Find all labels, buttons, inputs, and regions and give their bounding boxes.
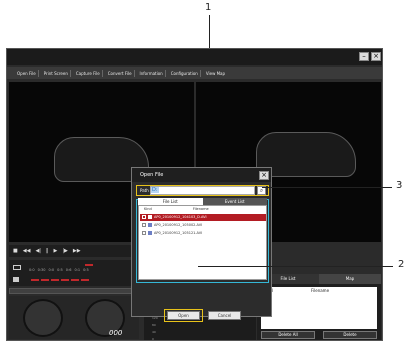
minimize-button[interactable]: – — [359, 52, 369, 61]
file-row[interactable]: AP0_20100912_105121.AVI — [140, 230, 266, 237]
file-row[interactable]: AP0_20100912_105002.AVI — [140, 222, 266, 229]
file-row[interactable]: AP0_20100912_104103_D.AVI — [140, 214, 266, 221]
file-checkbox[interactable] — [142, 215, 146, 219]
play-icon[interactable]: ▶ — [53, 248, 57, 254]
delete-button[interactable]: Delete — [323, 331, 377, 339]
tab-event-list[interactable]: Event List — [202, 198, 267, 205]
callout-1-label: 1 — [205, 2, 212, 13]
time-label: 0:0 — [48, 268, 55, 272]
event-marker — [51, 279, 59, 281]
list-header: Kind Filename — [140, 206, 266, 213]
speed-axis-label: 80 — [152, 323, 156, 327]
speaker-icon — [13, 277, 19, 282]
file-name: AP0_20100912_104103_D.AVI — [154, 215, 207, 219]
event-marker — [61, 279, 69, 281]
fast-forward-icon[interactable]: ▶▶ — [73, 248, 81, 254]
column-kind: Kind — [144, 207, 152, 211]
column-filename: Filename — [192, 207, 209, 211]
step-forward-icon[interactable]: |▶ — [62, 248, 68, 254]
stop-icon[interactable]: ■ — [13, 248, 18, 254]
delete-all-button[interactable]: Delete All — [261, 331, 315, 339]
event-timeline[interactable]: 0:0 0:30 0:0 0:5 0:6 0:1 0:5 — [9, 260, 139, 286]
path-input[interactable]: D: — [150, 186, 255, 195]
callout-2-line — [198, 266, 393, 267]
file-type-icon — [148, 215, 152, 219]
callout-2-label: 2 — [398, 259, 405, 270]
event-marker — [31, 279, 39, 281]
dialog-tabs: File List Event List — [138, 198, 267, 205]
menu-bar: Open File Print Screen Capture File Conv… — [7, 67, 382, 79]
open-file-dialog: Open File × Path D: ⌕ File List Event Li… — [131, 167, 272, 322]
file-checkbox[interactable] — [142, 231, 146, 235]
file-name: AP0_20100912_105002.AVI — [154, 223, 203, 227]
menu-configuration[interactable]: Configuration — [169, 69, 201, 77]
right-tab-bar: File List Map — [257, 274, 381, 284]
speed-axis-label: 0 — [152, 337, 154, 341]
file-list-area[interactable]: Kind Filename — [261, 287, 377, 329]
speed-readout: 000 — [109, 329, 123, 337]
column-filename: Filename — [311, 288, 330, 293]
menu-information[interactable]: Information — [138, 69, 166, 77]
time-label: 0:5 — [57, 268, 63, 272]
pause-icon[interactable]: ‖ — [46, 248, 49, 254]
tab-file-list[interactable]: File List — [138, 198, 203, 205]
file-name: AP0_20100912_105121.AVI — [154, 231, 203, 235]
menu-capture-file[interactable]: Capture File — [74, 69, 103, 77]
g-sensor-gauge — [23, 299, 63, 337]
time-label: 0:5 — [83, 268, 89, 272]
file-type-icon — [148, 231, 152, 235]
event-marker — [41, 279, 49, 281]
rewind-icon[interactable]: ◀◀ — [23, 248, 31, 254]
callout-3-line — [262, 187, 392, 188]
file-checkbox[interactable] — [142, 223, 146, 227]
time-label: 0:0 — [29, 268, 35, 272]
callout-3-label: 3 — [396, 180, 403, 191]
timeline-time-labels: 0:0 0:30 0:0 0:5 0:6 0:1 0:5 — [29, 268, 89, 272]
close-button[interactable]: × — [371, 52, 381, 61]
dialog-title: Open File — [132, 168, 271, 182]
time-label: 0:6 — [65, 268, 72, 272]
open-button-highlight — [164, 309, 203, 322]
gauge-panel: 000 — [9, 296, 139, 339]
event-marker — [85, 264, 93, 266]
file-list[interactable]: Kind Filename AP0_20100912_104103_D.AVI … — [138, 205, 267, 280]
file-list-panel: Kind Filename Delete All Delete — [257, 284, 381, 340]
menu-open-file[interactable]: Open File — [15, 69, 39, 77]
tab-map[interactable]: Map — [319, 274, 381, 284]
event-marker — [71, 279, 79, 281]
menu-convert-file[interactable]: Convert File — [106, 69, 135, 77]
title-bar: – × — [7, 49, 382, 65]
cancel-button[interactable]: Cancel — [208, 311, 241, 320]
speed-axis-label: 40 — [152, 330, 156, 334]
menu-view-map[interactable]: View Map — [204, 70, 227, 77]
time-label: 0:1 — [74, 268, 81, 272]
event-marker — [81, 279, 89, 281]
file-type-icon — [148, 223, 152, 227]
playback-controls: ■ ◀◀ ◀| ‖ ▶ |▶ ▶▶ — [9, 245, 139, 257]
time-label: 0:30 — [37, 268, 46, 272]
app-window: – × Open File Print Screen Capture File … — [6, 48, 383, 341]
camera-icon — [13, 265, 21, 270]
menu-print-screen[interactable]: Print Screen — [42, 69, 71, 77]
path-value: D: — [151, 187, 159, 193]
step-back-icon[interactable]: ◀| — [35, 248, 41, 254]
dialog-close-button[interactable]: × — [259, 171, 269, 180]
seek-bar[interactable] — [9, 288, 139, 294]
